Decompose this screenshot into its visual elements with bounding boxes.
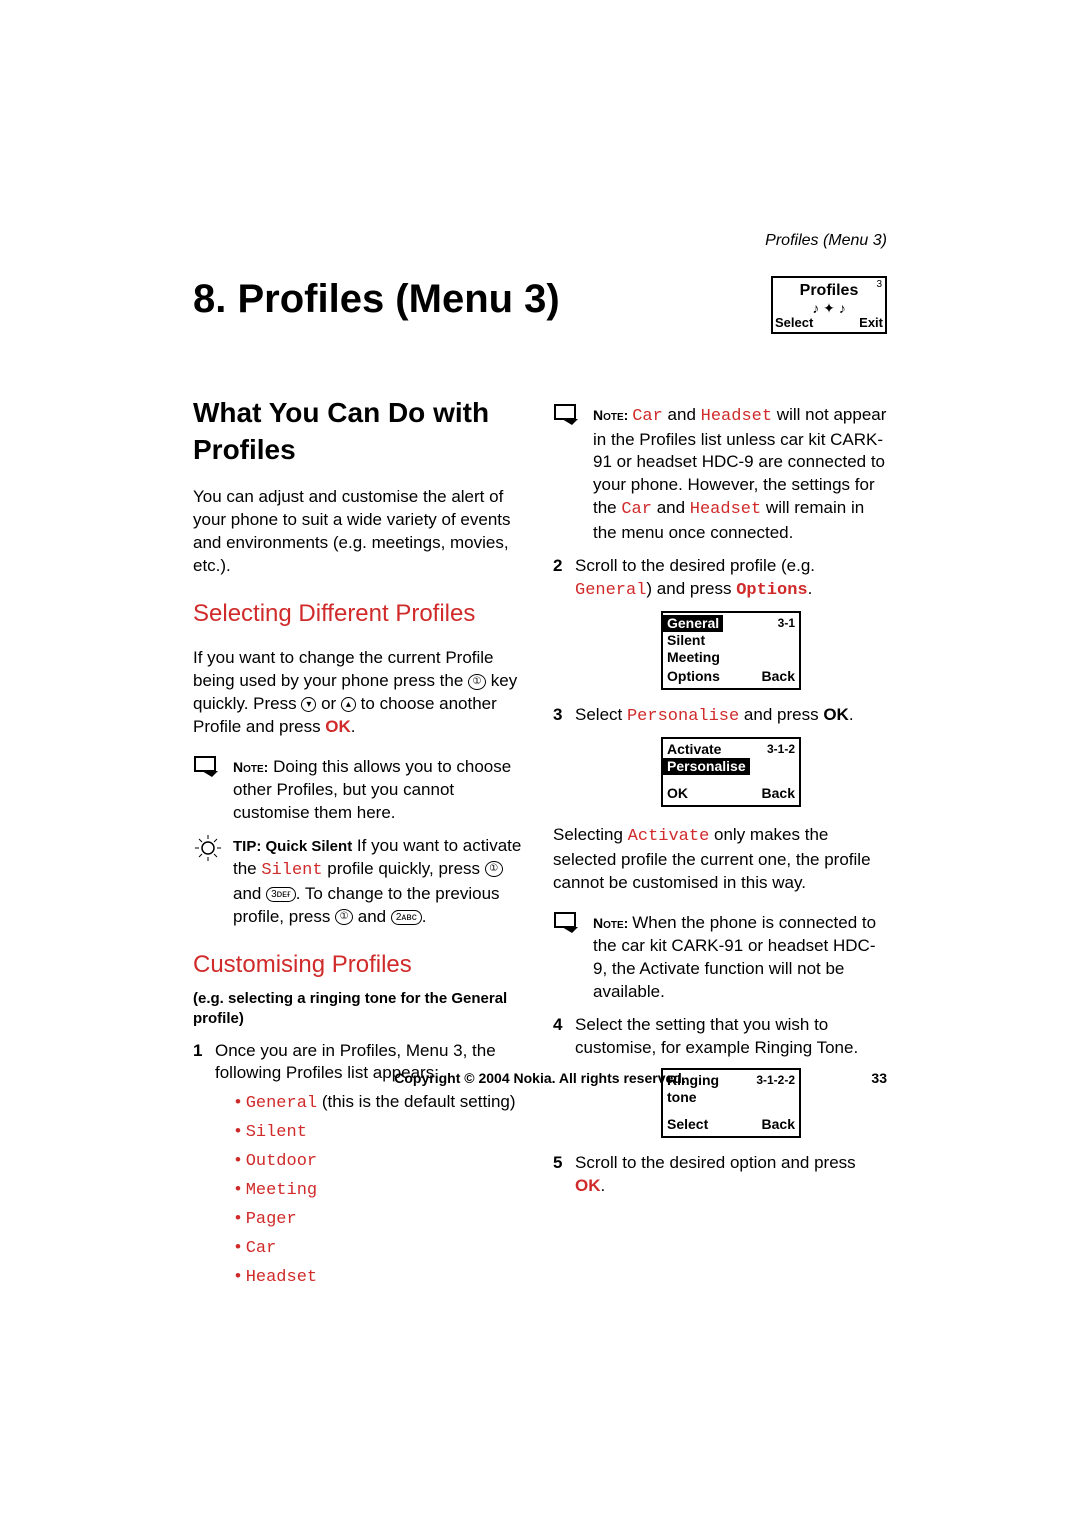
chapter-row: 8. Profiles (Menu 3) 3 Profiles ♪ ✦ ♪ Se… xyxy=(193,272,887,334)
phone-screen-2: 3-1-2 Activate Personalise OKBack xyxy=(661,737,801,807)
note-callout-2: Note: Car and Headset will not appear in… xyxy=(553,404,887,546)
list-item: Headset xyxy=(235,1265,527,1290)
list-item: General (this is the default setting) xyxy=(235,1091,527,1116)
mini-title: Profiles xyxy=(773,280,885,302)
steps-right: Scroll to the desired profile (e.g. Gene… xyxy=(553,555,887,807)
example-subhead: (e.g. selecting a ringing tone for the G… xyxy=(193,989,527,1030)
note-callout-3: Note: When the phone is connected to the… xyxy=(553,912,887,1004)
activate-note-para: Selecting Activate only makes the select… xyxy=(553,824,887,895)
intro-para: You can adjust and customise the alert o… xyxy=(193,486,527,578)
copyright: Copyright © 2004 Nokia. All rights reser… xyxy=(233,1069,847,1088)
list-item: Car xyxy=(235,1236,527,1261)
step-2: Scroll to the desired profile (e.g. Gene… xyxy=(553,555,887,690)
chapter-title: 8. Profiles (Menu 3) xyxy=(193,272,560,326)
page-number: 33 xyxy=(847,1069,887,1088)
phone-screen-1: 3-1 General Silent Meeting OptionsBack xyxy=(661,611,801,690)
list-item: Pager xyxy=(235,1207,527,1232)
tip-icon xyxy=(193,835,223,929)
up-key-icon: ▴ xyxy=(341,697,356,712)
key-2-icon: 2ᴀʙᴄ xyxy=(391,910,422,925)
profiles-screen-mini: 3 Profiles ♪ ✦ ♪ Select Exit xyxy=(771,276,887,334)
selecting-para: If you want to change the current Profil… xyxy=(193,647,527,739)
page-footer: Copyright © 2004 Nokia. All rights reser… xyxy=(0,1069,1080,1088)
key-3-icon: 3ᴅᴇғ xyxy=(266,887,296,902)
note-icon xyxy=(193,756,223,825)
power-key-icon: ① xyxy=(485,861,503,877)
step-5: Scroll to the desired option and press O… xyxy=(553,1152,887,1198)
right-column: Note: Car and Headset will not appear in… xyxy=(553,394,887,1300)
section-what-you-can-do: What You Can Do withProfiles xyxy=(193,394,527,470)
subhead-customising: Customising Profiles xyxy=(193,949,527,981)
down-key-icon: ▾ xyxy=(301,697,316,712)
softkey-left: Select xyxy=(775,314,813,332)
softkey-right: Exit xyxy=(859,314,883,332)
power-key-icon: ① xyxy=(468,674,486,690)
left-column: What You Can Do withProfiles You can adj… xyxy=(193,394,527,1300)
note-icon xyxy=(553,912,583,1004)
two-columns: What You Can Do withProfiles You can adj… xyxy=(193,394,887,1300)
list-item: Meeting xyxy=(235,1178,527,1203)
signal-level: 3 xyxy=(876,280,882,290)
note-icon xyxy=(553,404,583,546)
power-key-icon: ① xyxy=(335,909,353,925)
note-callout-1: Note: Doing this allows you to choose ot… xyxy=(193,756,527,825)
tip-callout: TIP: Quick Silent If you want to activat… xyxy=(193,835,527,929)
subhead-selecting: Selecting Different Profiles xyxy=(193,598,527,630)
list-item: Outdoor xyxy=(235,1149,527,1174)
steps-right-2: Select the setting that you wish to cust… xyxy=(553,1014,887,1198)
step-3: Select Personalise and press OK. 3-1-2 A… xyxy=(553,704,887,807)
running-header: Profiles (Menu 3) xyxy=(193,230,887,252)
profiles-list: General (this is the default setting) Si… xyxy=(215,1091,527,1290)
list-item: Silent xyxy=(235,1120,527,1145)
